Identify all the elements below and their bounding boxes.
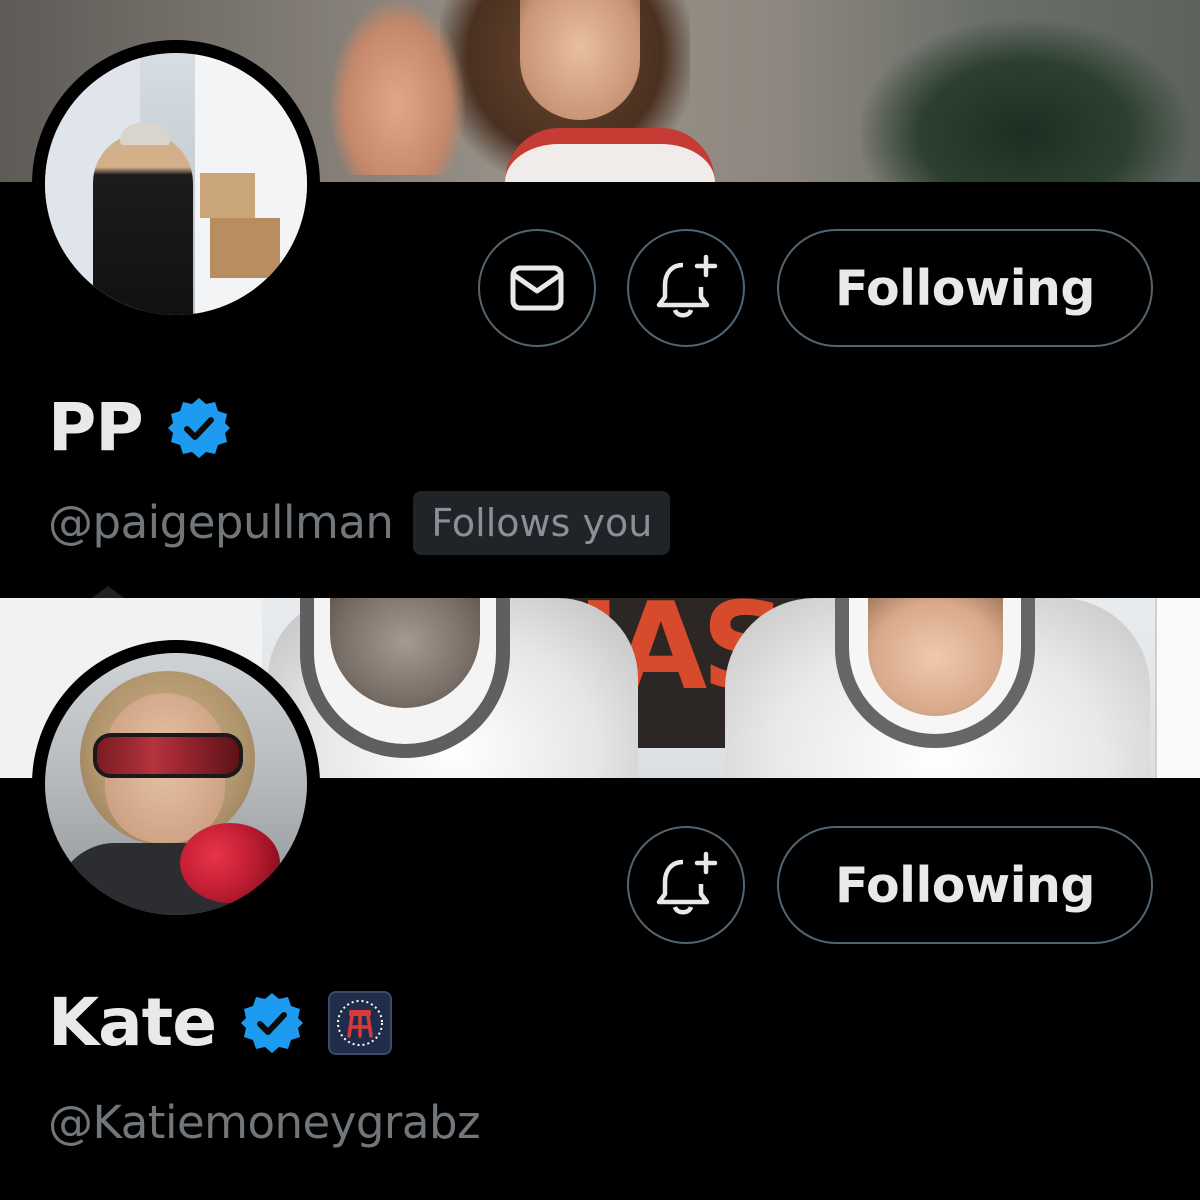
follows-you-badge: Follows you xyxy=(413,491,671,555)
avatar-photo xyxy=(45,653,307,915)
display-name: PP xyxy=(48,389,144,466)
profile-avatar[interactable] xyxy=(32,640,320,928)
avatar-flowers xyxy=(180,823,280,903)
verified-badge-icon[interactable] xyxy=(240,991,304,1055)
message-button[interactable] xyxy=(478,229,596,347)
verified-badge-icon[interactable] xyxy=(167,396,231,460)
bell-plus-icon xyxy=(656,254,718,318)
following-button[interactable]: Following xyxy=(777,229,1153,347)
banner-plant xyxy=(860,20,1190,182)
display-name: Kate xyxy=(48,984,217,1061)
profile-avatar[interactable] xyxy=(32,40,320,328)
following-button[interactable]: Following xyxy=(777,826,1153,944)
avatar-person xyxy=(93,133,193,315)
banner-person-face xyxy=(520,0,640,120)
banner-person-shirt xyxy=(505,128,715,182)
notify-button[interactable] xyxy=(627,229,745,347)
notify-button[interactable] xyxy=(627,826,745,944)
handle-row: @Katiemoneygrabz xyxy=(48,1088,481,1158)
avatar-box xyxy=(200,173,255,218)
avatar-cap xyxy=(120,123,170,145)
handle-row: @paigepullman Follows you xyxy=(48,488,671,558)
avatar-goggles xyxy=(93,733,243,778)
tooltip-caret xyxy=(92,586,124,598)
envelope-icon xyxy=(510,265,564,311)
barstool-affiliate-icon[interactable] xyxy=(328,991,392,1055)
avatar-box xyxy=(210,218,280,278)
profile-comparison: Following PP @paigepullman Follows you N… xyxy=(0,0,1200,1200)
banner-rock-hand xyxy=(330,0,465,175)
profile-header-paigepullman: Following PP @paigepullman Follows you xyxy=(0,0,1200,598)
stool-icon xyxy=(337,1000,383,1046)
banner-edge xyxy=(1155,598,1200,778)
avatar-photo xyxy=(45,53,307,315)
user-handle: @Katiemoneygrabz xyxy=(48,1096,481,1149)
profile-header-katiemoneygrabz: NASA Following Kate @Katiemoneygrabz xyxy=(0,598,1200,1200)
name-row: Kate xyxy=(48,983,392,1063)
name-row: PP xyxy=(48,388,231,468)
user-handle: @paigepullman xyxy=(48,496,394,549)
bell-plus-icon xyxy=(656,851,718,915)
